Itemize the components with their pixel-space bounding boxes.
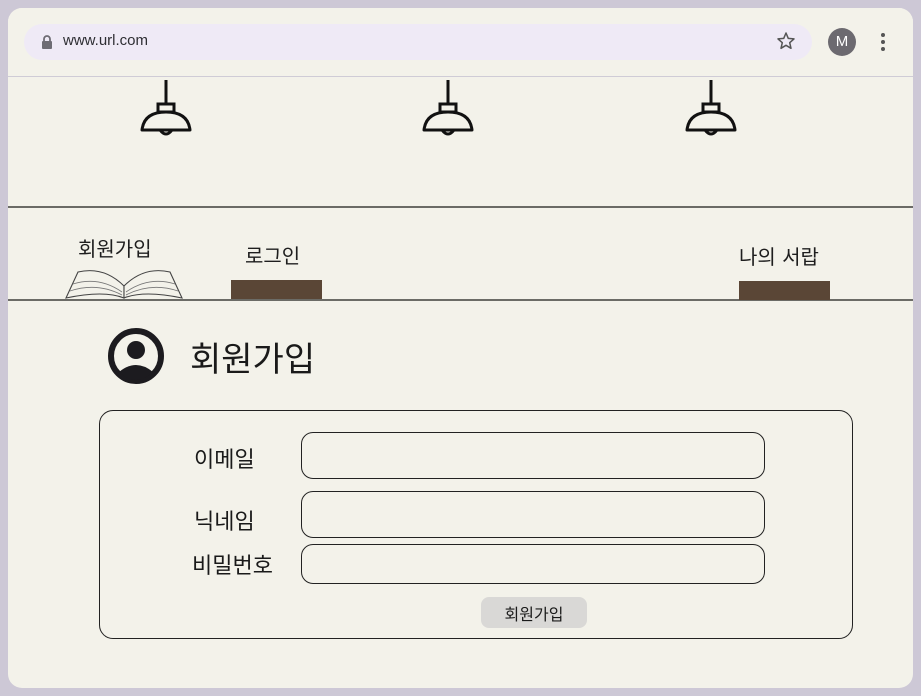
profile-avatar[interactable]: M xyxy=(828,28,856,56)
pendant-lamp-icon xyxy=(422,80,474,136)
lock-icon xyxy=(42,35,52,49)
browser-window: www.url.com M 회원가입 로그인 나의 서랍 회원가입 이메일 닉네… xyxy=(8,8,913,688)
open-book-icon[interactable] xyxy=(64,264,184,300)
user-icon xyxy=(108,328,164,384)
star-icon[interactable] xyxy=(776,31,796,51)
login-shelf-book[interactable] xyxy=(231,280,322,299)
password-label: 비밀번호 xyxy=(192,554,273,579)
page-title: 회원가입 xyxy=(190,340,316,380)
email-field[interactable] xyxy=(301,432,765,479)
password-field[interactable] xyxy=(301,544,765,584)
signup-submit-button[interactable]: 회원가입 xyxy=(481,597,587,628)
url-text[interactable]: www.url.com xyxy=(63,32,148,49)
nav-my-shelf-link[interactable]: 나의 서랍 xyxy=(739,241,819,270)
email-label: 이메일 xyxy=(194,448,255,473)
browser-toolbar: www.url.com M xyxy=(8,8,913,77)
nav-signup-link[interactable]: 회원가입 xyxy=(78,233,152,262)
shelf-divider xyxy=(8,206,913,208)
nickname-label: 닉네임 xyxy=(194,510,255,535)
pendant-lamp-icon xyxy=(685,80,737,136)
nickname-field[interactable] xyxy=(301,491,765,538)
pendant-lamp-icon xyxy=(140,80,192,136)
my-shelf-book[interactable] xyxy=(739,281,830,300)
nav-login-link[interactable]: 로그인 xyxy=(245,240,300,269)
kebab-menu-icon[interactable] xyxy=(880,32,886,52)
